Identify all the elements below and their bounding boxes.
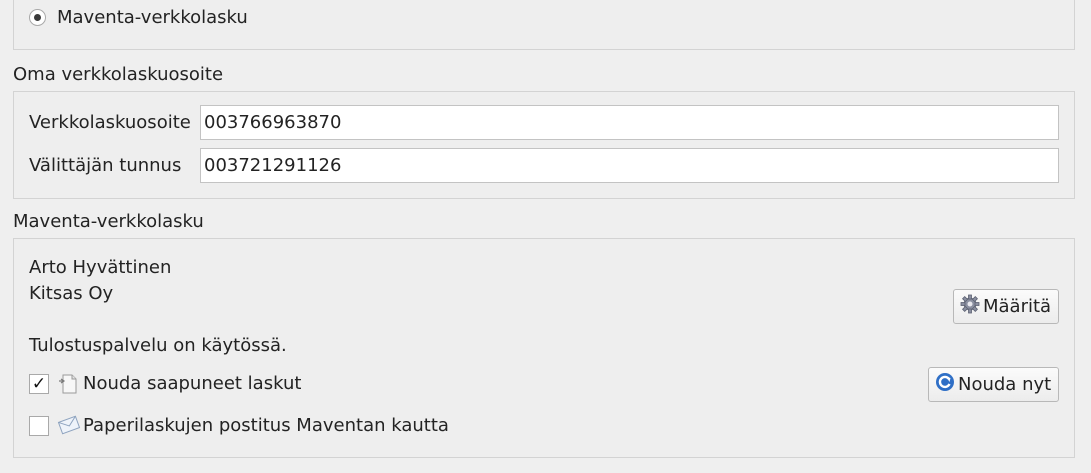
user-name: Arto Hyvättinen [29,257,172,278]
print-service-status: Tulostuspalvelu on käytössä. [29,335,287,356]
paper-mail-checkbox-label[interactable]: Paperilaskujen postitus Maventan kautta [83,415,449,436]
own-address-section-title: Oma verkkolaskuosoite [13,64,224,85]
refresh-icon [934,371,956,398]
paper-mail-checkbox[interactable] [29,416,49,436]
address-label: Verkkolaskuosoite [29,112,191,133]
fetch-checkbox[interactable]: ✓ [29,374,49,394]
maventa-radio-label[interactable]: Maventa-verkkolasku [57,7,248,28]
configure-button[interactable]: Määritä [953,289,1059,324]
fetch-now-button[interactable]: Nouda nyt [928,367,1059,402]
envelope-icon [57,414,81,436]
radio-selected-dot [34,14,41,21]
document-icon [57,372,79,394]
maventa-section-title: Maventa-verkkolasku [13,211,204,232]
fetch-checkbox-label[interactable]: Nouda saapuneet laskut [83,373,301,394]
gear-icon [959,293,981,320]
configure-button-label: Määritä [983,296,1052,317]
address-input[interactable] [200,105,1059,140]
maventa-radio[interactable] [29,9,46,26]
operator-input[interactable] [200,148,1059,183]
fetch-now-button-label: Nouda nyt [958,374,1052,395]
checkmark-icon: ✓ [31,374,47,394]
operator-label: Välittäjän tunnus [29,155,182,176]
company-name: Kitsas Oy [29,283,114,304]
